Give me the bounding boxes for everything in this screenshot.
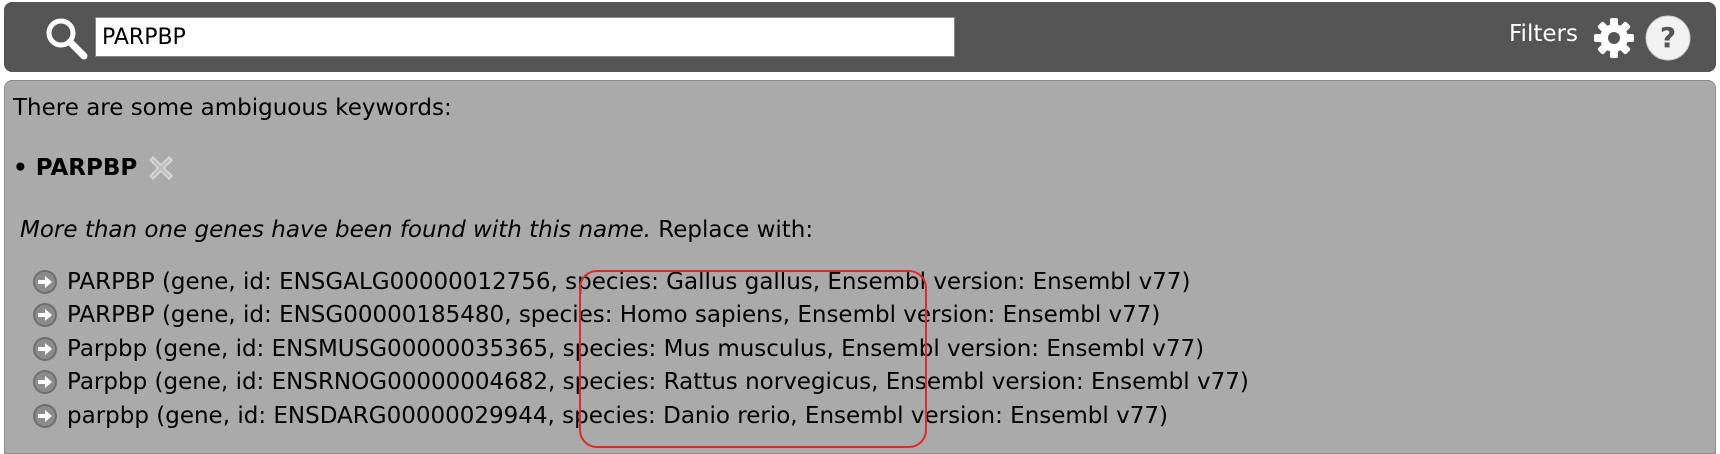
replacement-option[interactable]: parpbp (gene, id: ENSDARG00000029944, sp… bbox=[32, 399, 1249, 433]
option-text: PARPBP (gene, id: ENSG00000185480, speci… bbox=[67, 302, 1161, 329]
replacement-option[interactable]: PARPBP (gene, id: ENSG00000185480, speci… bbox=[32, 299, 1249, 333]
message-italic: More than one genes have been found with… bbox=[20, 217, 651, 243]
replacement-option[interactable]: PARPBP (gene, id: ENSGALG00000012756, sp… bbox=[32, 265, 1249, 299]
close-icon[interactable] bbox=[146, 153, 176, 183]
filters-label[interactable]: Filters bbox=[1509, 21, 1578, 47]
option-text: PARPBP (gene, id: ENSGALG00000012756, sp… bbox=[67, 268, 1191, 295]
keyword-item: • PARPBP bbox=[13, 153, 176, 183]
message-rest: Replace with: bbox=[650, 217, 814, 243]
search-toolbar: Filters ? bbox=[4, 2, 1716, 72]
ambiguity-intro: There are some ambiguous keywords: bbox=[13, 95, 452, 121]
bullet: • bbox=[13, 155, 28, 181]
arrow-right-circle-icon[interactable] bbox=[32, 302, 58, 328]
gear-icon[interactable] bbox=[1592, 16, 1636, 60]
keyword-label: PARPBP bbox=[35, 155, 138, 181]
arrow-right-circle-icon[interactable] bbox=[32, 336, 58, 362]
svg-text:?: ? bbox=[1660, 21, 1676, 54]
search-input[interactable] bbox=[95, 17, 955, 57]
replacement-option[interactable]: Parpbp (gene, id: ENSRNOG00000004682, sp… bbox=[32, 366, 1249, 400]
option-text: Parpbp (gene, id: ENSMUSG00000035365, sp… bbox=[67, 335, 1205, 362]
arrow-right-circle-icon[interactable] bbox=[32, 369, 58, 395]
option-text: parpbp (gene, id: ENSDARG00000029944, sp… bbox=[67, 402, 1168, 429]
replacement-options: PARPBP (gene, id: ENSGALG00000012756, sp… bbox=[32, 265, 1249, 433]
ambiguity-panel: There are some ambiguous keywords: • PAR… bbox=[4, 80, 1716, 454]
help-icon[interactable]: ? bbox=[1644, 14, 1692, 62]
search-icon[interactable] bbox=[42, 14, 90, 62]
replacement-message: More than one genes have been found with… bbox=[20, 217, 813, 243]
replacement-option[interactable]: Parpbp (gene, id: ENSMUSG00000035365, sp… bbox=[32, 332, 1249, 366]
arrow-right-circle-icon[interactable] bbox=[32, 403, 58, 429]
option-text: Parpbp (gene, id: ENSRNOG00000004682, sp… bbox=[67, 369, 1249, 396]
arrow-right-circle-icon[interactable] bbox=[32, 269, 58, 295]
